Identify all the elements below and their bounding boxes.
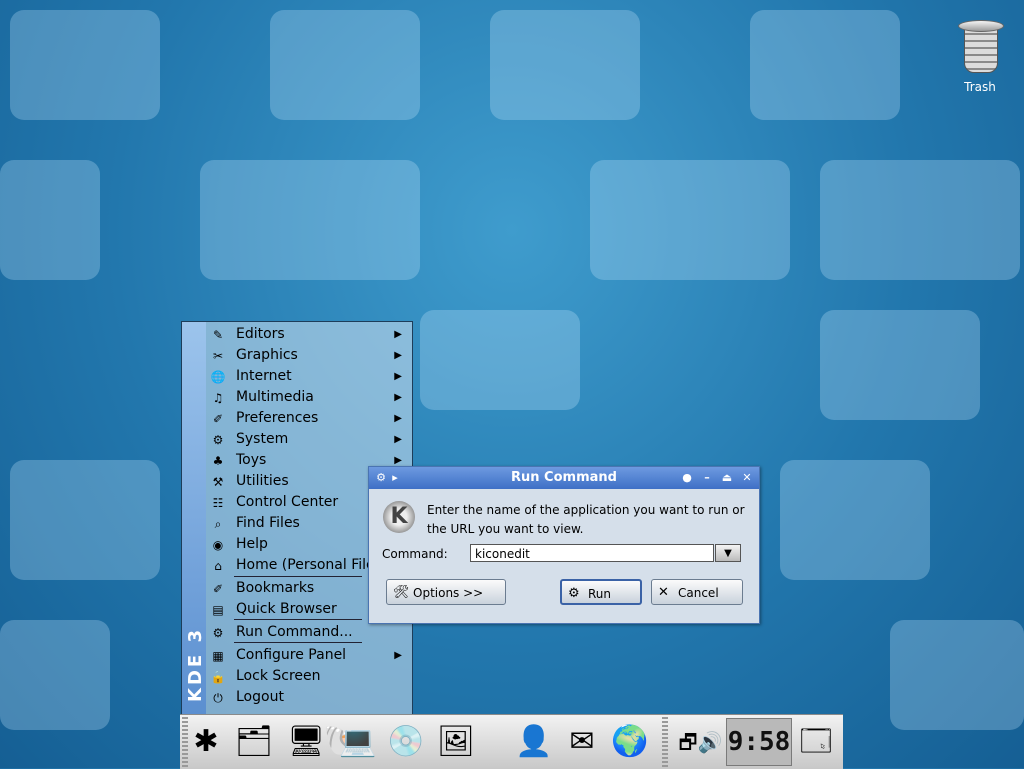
home-icon[interactable]: 🗂 <box>232 720 276 764</box>
clock[interactable]: 9:58 <box>726 718 792 766</box>
kmenu-item-label: Bookmarks <box>236 580 315 596</box>
kmenu-item-lock-screen[interactable]: 🔒 Lock Screen <box>210 666 410 687</box>
toys-icon: ♣ <box>212 454 224 468</box>
chevron-down-icon: ▼ <box>724 548 732 559</box>
internet-icon: 🌐 <box>210 370 226 384</box>
kde-side-banner: KDE 3 <box>182 322 206 714</box>
configure-panel-icon: ▦ <box>212 649 224 663</box>
kmenu-item-run-command[interactable]: ⚙ Run Command... <box>210 622 410 643</box>
gear-icon: ⚙ <box>568 586 580 601</box>
network-icon[interactable]: 💻 <box>336 720 380 764</box>
kde-logo-icon: K <box>383 501 415 533</box>
command-input[interactable]: kiconedit <box>470 544 714 562</box>
cancel-button[interactable]: ✕ Cancel <box>651 579 743 605</box>
logout-icon: ⏻ <box>213 691 223 705</box>
kmenu-item-label: Lock Screen <box>236 668 321 684</box>
kmenu-item-label: Logout <box>236 689 284 705</box>
kmenu-item-label: Run Command... <box>236 624 353 640</box>
kmenu-item-label: Quick Browser <box>236 601 337 617</box>
kmenu-item-label: Graphics <box>236 347 298 363</box>
tools-icon: 🛠 <box>393 585 410 600</box>
maximize-icon[interactable]: ⏏ <box>719 470 735 486</box>
cancel-label: Cancel <box>678 586 719 600</box>
menu-separator <box>234 642 362 643</box>
message-line-1: Enter the name of the application you wa… <box>427 503 745 517</box>
quick-browser-icon: ▤ <box>212 603 224 617</box>
multimedia-icon: ♫ <box>212 391 224 405</box>
options-label: Options >> <box>413 586 484 600</box>
kmenu-item-label: Home (Personal Files) <box>236 557 388 573</box>
kmenu-item-system[interactable]: ⚙ System ▶ <box>210 429 410 450</box>
kmenu-item-label: Control Center <box>236 494 339 510</box>
kmenu-item-label: Preferences <box>236 410 319 426</box>
run-command-dialog: ⚙ ▸ Run Command ● – ⏏ ✕ K Enter the name… <box>368 466 760 624</box>
submenu-arrow-icon: ▶ <box>394 392 402 403</box>
kmenu-item-label: Internet <box>236 368 292 384</box>
kmenu-item-label: Editors <box>236 326 285 342</box>
kmenu-item-configure-panel[interactable]: ▦ Configure Panel ▶ <box>210 645 410 666</box>
menu-separator <box>234 576 362 577</box>
kmenu-item-multimedia[interactable]: ♫ Multimedia ▶ <box>210 387 410 408</box>
submenu-arrow-icon: ▶ <box>394 434 402 445</box>
trash-label: Trash <box>964 80 996 94</box>
kmenu-item-label: Utilities <box>236 473 289 489</box>
control-center-icon: ☷ <box>212 496 224 510</box>
submenu-arrow-icon: ▶ <box>394 350 402 361</box>
run-label: Run <box>588 587 612 601</box>
kmenu-item-internet[interactable]: 🌐 Internet ▶ <box>210 366 410 387</box>
kmenu-item-label: Find Files <box>236 515 300 531</box>
kmenu-item-graphics[interactable]: ✂ Graphics ▶ <box>210 345 410 366</box>
system-icon: ⚙ <box>212 433 224 447</box>
submenu-arrow-icon: ▶ <box>394 650 402 661</box>
submenu-arrow-icon: ▶ <box>394 371 402 382</box>
home-icon: ⌂ <box>214 559 222 573</box>
window-list-icon[interactable]: 🗔 <box>794 720 838 764</box>
kmenu-item-label: Configure Panel <box>236 647 347 663</box>
cancel-icon: ✕ <box>658 585 669 600</box>
minimize-icon[interactable]: – <box>699 470 715 486</box>
mail-icon[interactable]: ✉ <box>560 720 604 764</box>
menu-separator <box>234 619 362 620</box>
dialog-message: Enter the name of the application you wa… <box>427 501 747 539</box>
submenu-arrow-icon: ▶ <box>394 413 402 424</box>
submenu-arrow-icon: ▶ <box>394 329 402 340</box>
globe-icon[interactable]: 🌍 <box>608 720 652 764</box>
sticky-icon[interactable]: ● <box>679 470 695 486</box>
utilities-icon: ⚒ <box>212 475 224 489</box>
help-icon: ◉ <box>212 538 224 552</box>
kmenu-item-logout[interactable]: ⏻ Logout <box>210 687 410 708</box>
options-button[interactable]: 🛠 Options >> <box>386 579 506 605</box>
graphics-icon: ✂ <box>212 349 224 363</box>
lock-icon: 🔒 <box>210 670 226 684</box>
desktop-preview-icon[interactable]: 🖼 <box>434 720 478 764</box>
kmenu-item-label: Toys <box>236 452 267 468</box>
kmenu-item-editors[interactable]: ✎ Editors ▶ <box>210 324 410 345</box>
user-icon[interactable]: 👤 <box>512 720 556 764</box>
trash-icon <box>958 20 1004 73</box>
kde-version-label: KDE 3 <box>185 627 206 702</box>
kmenu-item-label: Multimedia <box>236 389 314 405</box>
bookmarks-icon: ✐ <box>212 582 224 596</box>
message-line-2: the URL you want to view. <box>427 522 584 536</box>
run-command-icon: ⚙ <box>212 626 224 640</box>
run-button[interactable]: ⚙ Run <box>560 579 642 605</box>
kicker-panel: ✱ 🗂 🖥 🐚 💻 💿 🖼 👤 ✉ 🌍 🗗 🔊 9:58 🗔 <box>180 714 843 769</box>
kmenu-item-label: Help <box>236 536 268 552</box>
editors-icon: ✎ <box>212 328 224 342</box>
close-icon[interactable]: ✕ <box>739 470 755 486</box>
kmenu-icon[interactable]: ✱ <box>184 720 228 764</box>
find-files-icon: ⌕ <box>214 517 222 531</box>
command-label: Command: <box>382 547 448 561</box>
trash-desktop-icon[interactable]: Trash <box>948 20 1012 94</box>
disk-icon[interactable]: 💿 <box>384 720 428 764</box>
dialog-title-bar[interactable]: ⚙ ▸ Run Command ● – ⏏ ✕ <box>369 467 759 489</box>
preferences-icon: ✐ <box>212 412 224 426</box>
kmenu-item-label: System <box>236 431 289 447</box>
kmenu-item-preferences[interactable]: ✐ Preferences ▶ <box>210 408 410 429</box>
command-history-dropdown[interactable]: ▼ <box>715 544 741 562</box>
